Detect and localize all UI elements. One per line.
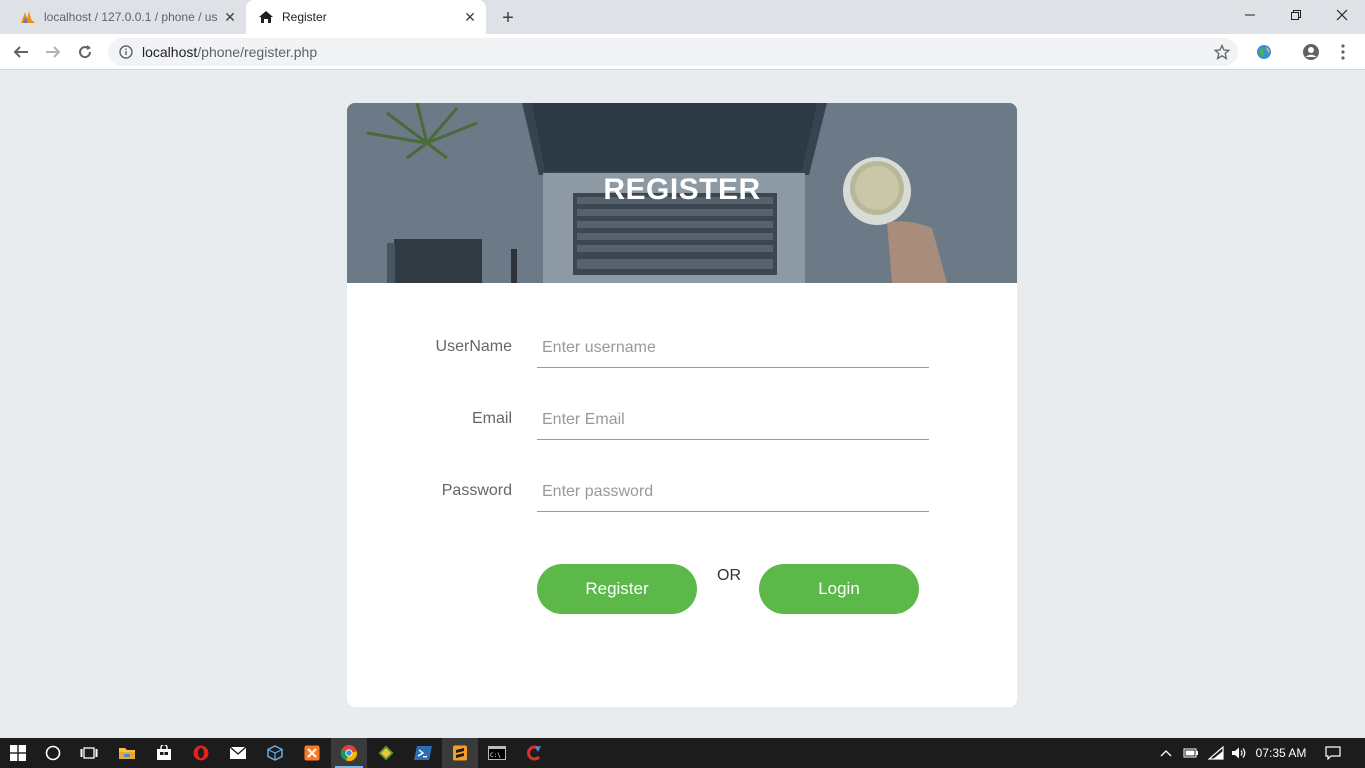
profile-icon[interactable] (1297, 38, 1325, 66)
browser-toolbar: localhost/phone/register.php (0, 34, 1365, 70)
email-input[interactable] (537, 400, 929, 440)
tab-title: Register (282, 10, 327, 24)
cortana-icon[interactable] (35, 738, 71, 768)
phpmyadmin-icon (20, 9, 36, 25)
password-label: Password (441, 482, 512, 499)
email-row: Email (347, 400, 1017, 440)
register-button[interactable]: Register (537, 564, 697, 614)
info-icon[interactable] (118, 44, 134, 60)
virtualbox-icon[interactable] (257, 738, 293, 768)
username-row: UserName (347, 328, 1017, 368)
email-label: Email (471, 410, 512, 427)
username-label: UserName (435, 338, 512, 355)
or-separator: OR (717, 567, 741, 584)
tab-strip: localhost / 127.0.0.1 / phone / us ✕ Reg… (0, 0, 1365, 34)
extension-globe-icon[interactable] (1250, 38, 1278, 66)
volume-icon[interactable] (1228, 738, 1250, 768)
minimize-button[interactable] (1227, 0, 1273, 30)
show-hidden-icons-icon[interactable] (1156, 738, 1176, 768)
url-path: /phone/register.php (197, 44, 318, 60)
mail-icon[interactable] (220, 738, 256, 768)
back-button[interactable] (7, 38, 35, 66)
close-tab-icon[interactable]: ✕ (460, 7, 480, 27)
notification-center-icon[interactable] (1318, 738, 1348, 768)
close-tab-icon[interactable]: ✕ (220, 7, 240, 27)
task-view-icon[interactable] (71, 738, 107, 768)
file-explorer-icon[interactable] (109, 738, 145, 768)
address-bar[interactable]: localhost/phone/register.php (108, 38, 1238, 66)
restore-button[interactable] (1273, 0, 1319, 30)
wifi-icon[interactable] (1205, 738, 1227, 768)
menu-kebab-icon[interactable] (1329, 38, 1357, 66)
chrome-icon[interactable] (331, 738, 367, 768)
forward-button[interactable] (39, 38, 67, 66)
reload-button[interactable] (71, 38, 99, 66)
svg-text:C:\: C:\ (490, 752, 501, 759)
clock[interactable]: 07:35 AM (1252, 738, 1310, 768)
cmd-icon[interactable]: C:\ (479, 738, 515, 768)
opera-icon[interactable] (183, 738, 219, 768)
sublime-icon[interactable] (442, 738, 478, 768)
page-title: REGISTER (603, 173, 761, 206)
git-icon[interactable] (368, 738, 404, 768)
password-input[interactable] (537, 472, 929, 512)
url-host: localhost (142, 44, 198, 60)
windows-start-icon[interactable] (0, 738, 36, 768)
bookmark-star-icon[interactable] (1208, 38, 1236, 66)
tab-register[interactable]: Register ✕ (246, 0, 486, 34)
powershell-icon[interactable] (405, 738, 441, 768)
new-tab-button[interactable]: + (497, 7, 519, 29)
windows-taskbar: C:\ 07:35 AM (0, 738, 1365, 768)
username-input[interactable] (537, 328, 929, 368)
hero-banner: REGISTER (347, 103, 1017, 283)
battery-icon[interactable] (1180, 738, 1202, 768)
ccleaner-icon[interactable] (516, 738, 552, 768)
password-row: Password (347, 472, 1017, 512)
tab-phpmyadmin[interactable]: localhost / 127.0.0.1 / phone / us ✕ (8, 0, 246, 34)
login-button[interactable]: Login (759, 564, 919, 614)
store-icon[interactable] (146, 738, 182, 768)
home-icon (258, 9, 274, 25)
tab-title: localhost / 127.0.0.1 / phone / us (44, 10, 218, 24)
register-card: REGISTER UserName Email Password Registe… (347, 103, 1017, 707)
close-window-button[interactable] (1319, 0, 1365, 30)
xampp-icon[interactable] (294, 738, 330, 768)
